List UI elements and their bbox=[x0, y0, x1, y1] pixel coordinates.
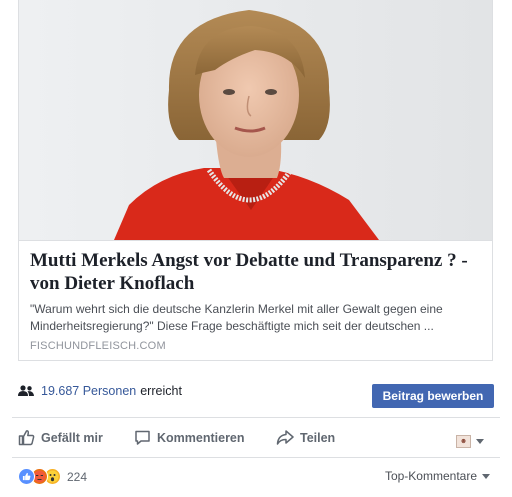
chevron-down-icon bbox=[482, 473, 490, 479]
reach-number: 19.687 bbox=[41, 384, 80, 398]
thumbs-up-icon bbox=[18, 430, 35, 446]
comment-label: Kommentieren bbox=[157, 430, 245, 445]
like-button[interactable]: Gefällt mir bbox=[18, 429, 103, 446]
portrait-image bbox=[19, 0, 492, 240]
facebook-post: Mutti Merkels Angst vor Debatte und Tran… bbox=[0, 0, 512, 497]
reach-people-label: Personen bbox=[82, 384, 137, 398]
comment-icon bbox=[135, 430, 150, 445]
reach-count-link[interactable]: 19.687 Personen bbox=[41, 384, 136, 398]
divider bbox=[12, 457, 500, 458]
post-actions-bar: Gefällt mir Kommentieren Teilen ☻ bbox=[0, 425, 512, 453]
link-description: "Warum wehrt sich die deutsche Kanzlerin… bbox=[30, 302, 443, 333]
link-headline[interactable]: Mutti Merkels Angst vor Debatte und Tran… bbox=[30, 249, 481, 295]
share-label: Teilen bbox=[300, 430, 336, 445]
audience-selector[interactable]: ☻ bbox=[456, 435, 484, 448]
share-icon bbox=[276, 430, 294, 445]
people-icon bbox=[18, 385, 34, 396]
like-label: Gefällt mir bbox=[41, 430, 103, 445]
page-avatar-icon: ☻ bbox=[456, 435, 471, 448]
link-preview-text: Mutti Merkels Angst vor Debatte und Tran… bbox=[19, 240, 492, 360]
share-button[interactable]: Teilen bbox=[276, 429, 335, 446]
reaction-count: 224 bbox=[67, 469, 88, 484]
divider bbox=[12, 417, 500, 418]
link-preview-card[interactable]: Mutti Merkels Angst vor Debatte und Tran… bbox=[18, 0, 493, 361]
comment-sort-dropdown[interactable]: Top-Kommentare bbox=[385, 469, 490, 483]
boost-post-button[interactable]: Beitrag bewerben bbox=[372, 384, 494, 408]
link-domain: FISCHUNDFLEISCH.COM bbox=[30, 340, 166, 352]
like-reaction-icon bbox=[18, 468, 35, 485]
link-preview-image[interactable] bbox=[19, 0, 492, 240]
chevron-down-icon bbox=[476, 439, 484, 444]
comment-sort-label: Top-Kommentare bbox=[384, 469, 477, 483]
comment-button[interactable]: Kommentieren bbox=[134, 429, 245, 446]
reach-summary: 19.687 Personen erreicht bbox=[18, 384, 182, 398]
reactions-summary[interactable]: 224 bbox=[18, 468, 87, 485]
reach-suffix: erreicht bbox=[140, 384, 182, 398]
